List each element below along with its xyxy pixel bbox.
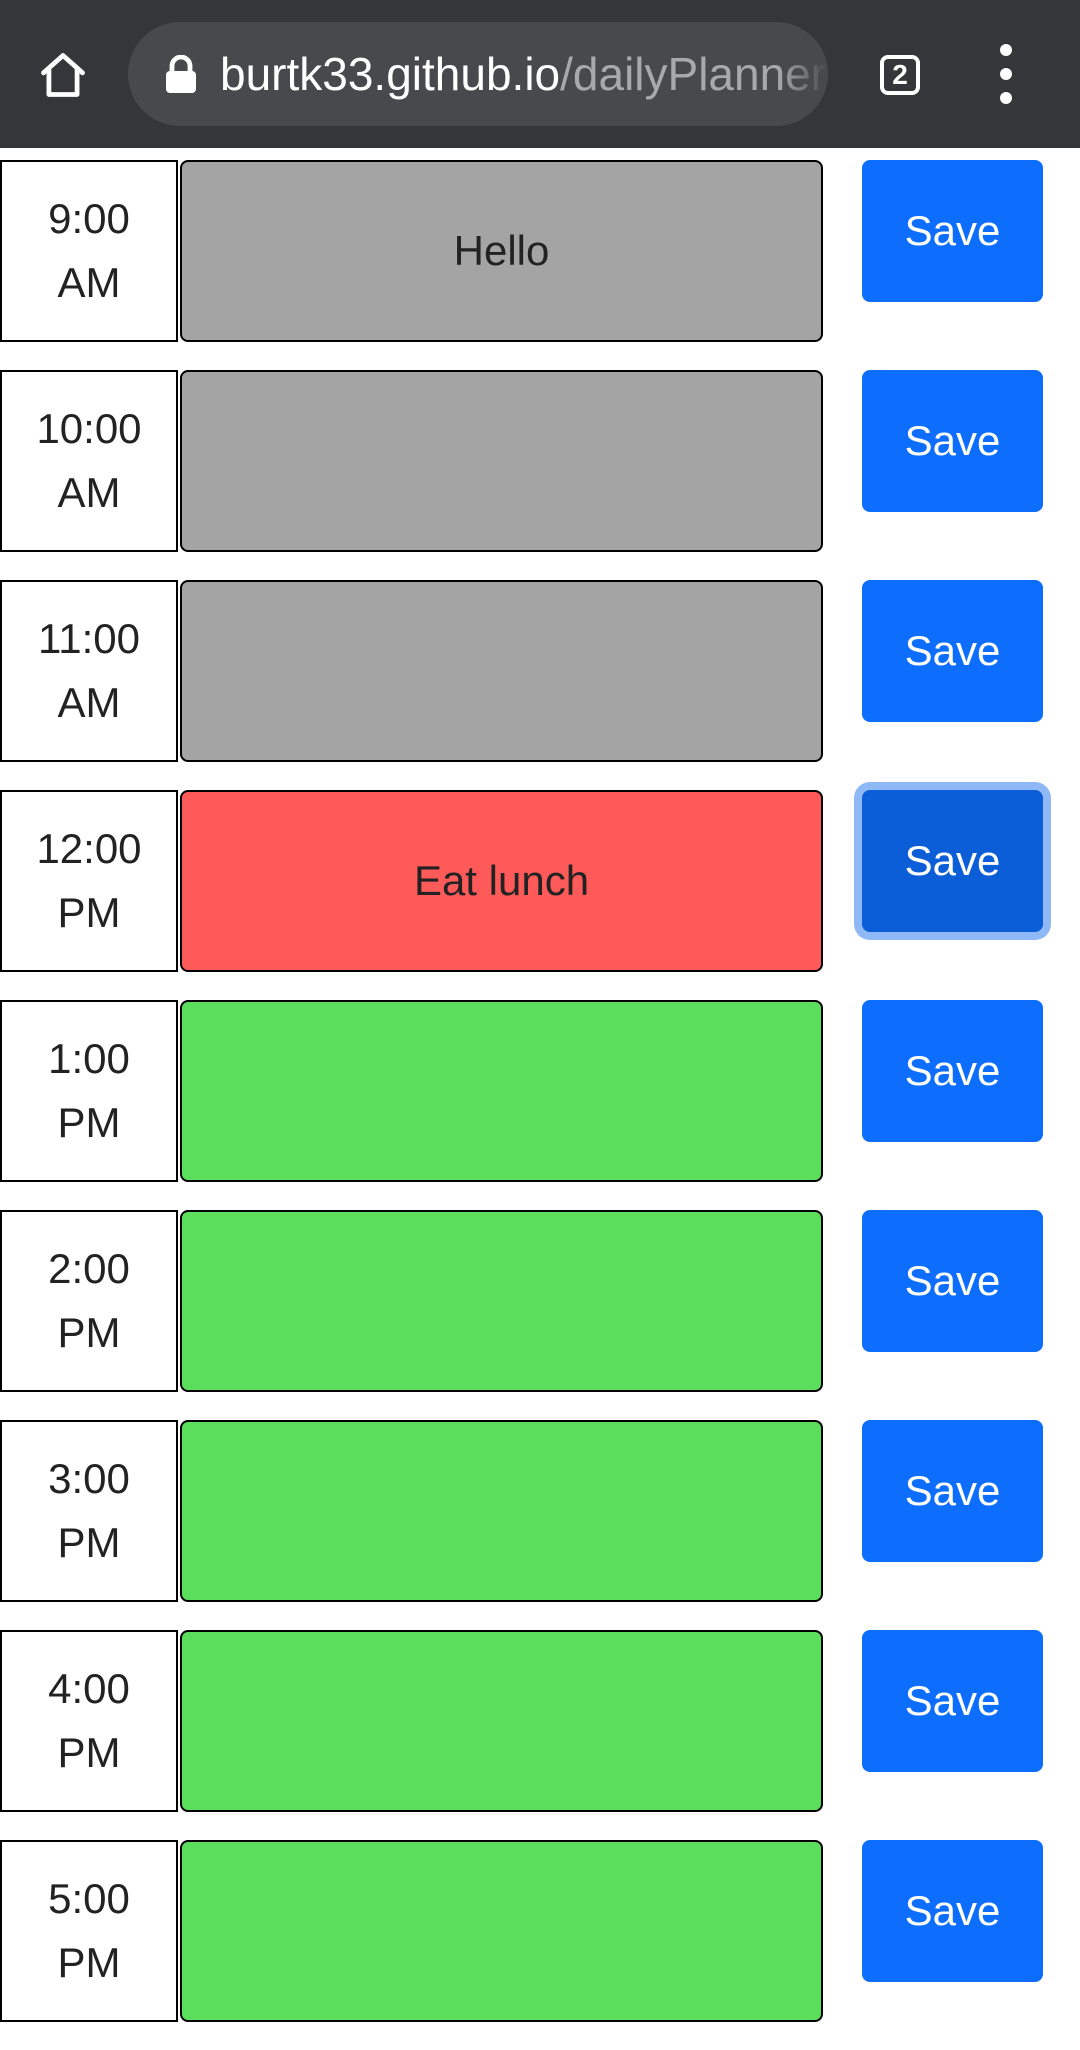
address-bar[interactable]: burtk33.github.io/dailyPlanner: [128, 22, 828, 126]
save-button[interactable]: Save: [862, 1840, 1043, 1982]
more-menu-button[interactable]: [986, 44, 1026, 104]
hour-meridiem: PM: [57, 1729, 121, 1776]
time-block-row: 12:00 PM Eat lunch Save: [0, 790, 1080, 972]
hour-time: 9:00: [48, 195, 130, 242]
hour-meridiem: AM: [57, 259, 121, 306]
hour-meridiem: PM: [57, 1309, 121, 1356]
tab-switcher-button[interactable]: 2: [873, 48, 927, 102]
event-description-field[interactable]: Eat lunch: [180, 790, 823, 972]
url-host: burtk33.github.io: [220, 48, 561, 100]
hour-label: 2:00 PM: [0, 1210, 178, 1392]
save-button[interactable]: Save: [862, 1000, 1043, 1142]
hour-meridiem: AM: [57, 469, 121, 516]
save-button[interactable]: Save: [862, 790, 1043, 932]
event-description-field[interactable]: [180, 1630, 823, 1812]
url-text: burtk33.github.io/dailyPlanner: [220, 22, 826, 126]
hour-label: 3:00 PM: [0, 1420, 178, 1602]
time-block-row: 3:00 PM Save: [0, 1420, 1080, 1602]
event-description-field[interactable]: Hello: [180, 160, 823, 342]
planner-list: 9:00 AM Hello Save 10:00 AM Save 11:00 AM Save 12:…: [0, 160, 1080, 2050]
hour-meridiem: AM: [57, 679, 121, 726]
hour-label: 4:00 PM: [0, 1630, 178, 1812]
url-fade: [778, 22, 828, 126]
event-description-field[interactable]: [180, 1420, 823, 1602]
time-block-row: 10:00 AM Save: [0, 370, 1080, 552]
hour-time: 12:00: [36, 825, 142, 872]
hour-label: 9:00 AM: [0, 160, 178, 342]
hour-time: 3:00: [48, 1455, 130, 1502]
event-description-field[interactable]: [180, 580, 823, 762]
time-block-row: 4:00 PM Save: [0, 1630, 1080, 1812]
hour-time: 1:00: [48, 1035, 130, 1082]
save-button[interactable]: Save: [862, 1420, 1043, 1562]
hour-meridiem: PM: [57, 889, 121, 936]
hour-meridiem: PM: [57, 1519, 121, 1566]
browser-toolbar: burtk33.github.io/dailyPlanner 2: [0, 0, 1080, 148]
time-block-row: 2:00 PM Save: [0, 1210, 1080, 1392]
hour-label: 5:00 PM: [0, 1840, 178, 2022]
hour-meridiem: PM: [57, 1939, 121, 1986]
hour-time: 2:00: [48, 1245, 130, 1292]
hour-time: 11:00: [38, 615, 140, 662]
hour-time: 4:00: [48, 1665, 130, 1712]
save-button[interactable]: Save: [862, 1210, 1043, 1352]
home-icon: [41, 53, 85, 97]
lock-icon: [166, 55, 196, 93]
time-block-row: 5:00 PM Save: [0, 1840, 1080, 2022]
event-description-field[interactable]: [180, 1000, 823, 1182]
menu-dot-icon: [1000, 44, 1012, 56]
hour-label: 11:00 AM: [0, 580, 178, 762]
save-button[interactable]: Save: [862, 370, 1043, 512]
save-button[interactable]: Save: [862, 1630, 1043, 1772]
home-button[interactable]: [30, 42, 96, 108]
event-description-field[interactable]: [180, 1210, 823, 1392]
hour-meridiem: PM: [57, 1099, 121, 1146]
menu-dot-icon: [1000, 92, 1012, 104]
event-description-field[interactable]: [180, 370, 823, 552]
hour-label: 1:00 PM: [0, 1000, 178, 1182]
tab-count: 2: [880, 55, 920, 95]
time-block-row: 9:00 AM Hello Save: [0, 160, 1080, 342]
hour-label: 12:00 PM: [0, 790, 178, 972]
save-button[interactable]: Save: [862, 580, 1043, 722]
hour-label: 10:00 AM: [0, 370, 178, 552]
time-block-row: 11:00 AM Save: [0, 580, 1080, 762]
hour-time: 10:00: [36, 405, 142, 452]
time-block-row: 1:00 PM Save: [0, 1000, 1080, 1182]
event-description-field[interactable]: [180, 1840, 823, 2022]
menu-dot-icon: [1000, 68, 1012, 80]
save-button[interactable]: Save: [862, 160, 1043, 302]
hour-time: 5:00: [48, 1875, 130, 1922]
